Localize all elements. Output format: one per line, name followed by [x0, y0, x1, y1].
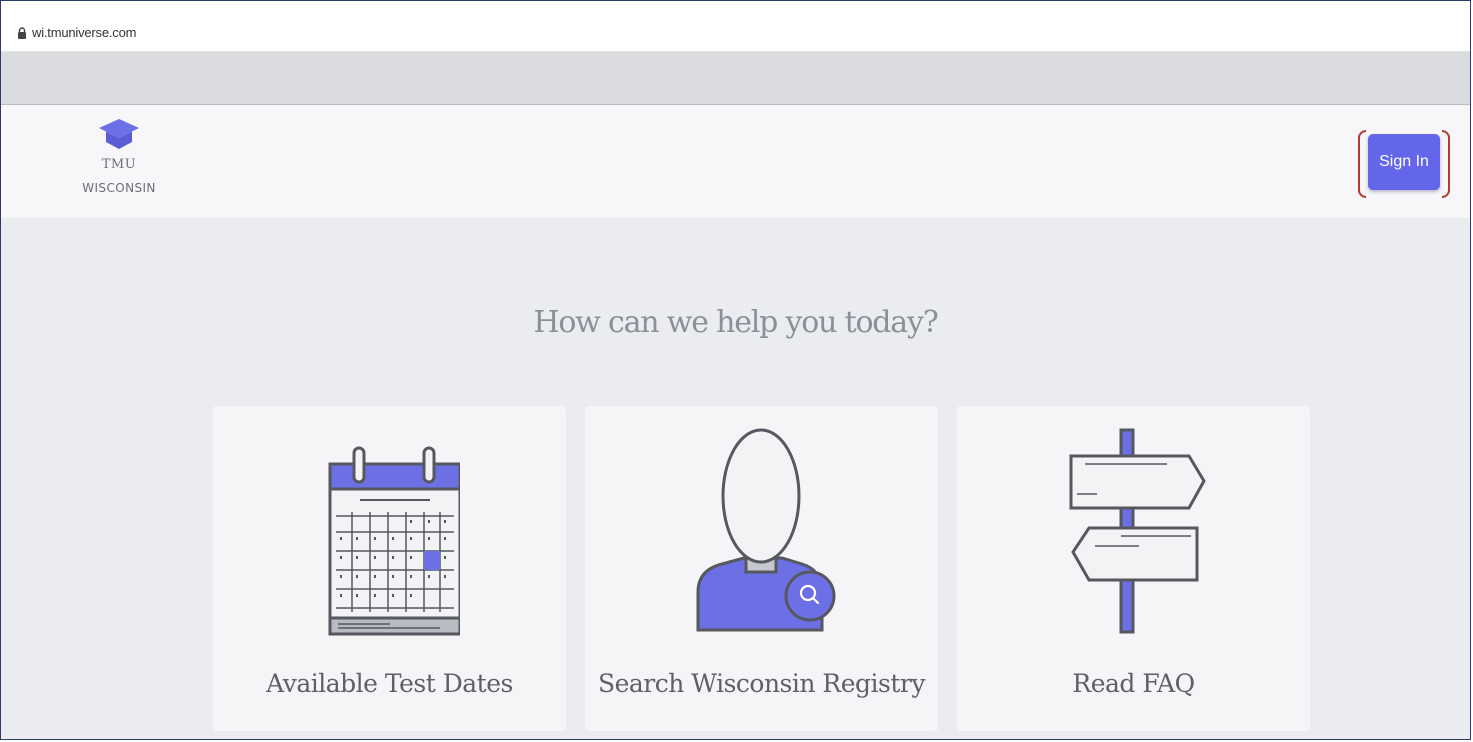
graduation-cap-icon	[99, 119, 139, 149]
person-search-icon	[696, 428, 835, 632]
lock-icon	[18, 27, 26, 39]
page-headline: How can we help you today?	[533, 305, 938, 340]
card-label-available-test-dates: Available Test Dates	[266, 669, 513, 698]
site-logo[interactable]: TMU WISCONSIN	[81, 115, 157, 210]
highlight-bracket-right	[1442, 130, 1450, 198]
signpost-icon	[1069, 428, 1206, 634]
logo-abbreviation: TMU	[101, 157, 137, 172]
browser-window: wi.tmuniverse.com TMU WISCONSIN Sign In …	[0, 0, 1471, 740]
url-text[interactable]: wi.tmuniverse.com	[32, 25, 136, 40]
calendar-icon	[328, 446, 460, 636]
sign-in-button[interactable]: Sign In	[1368, 134, 1440, 190]
browser-toolbar	[1, 52, 1470, 105]
site-header: TMU WISCONSIN Sign In	[1, 105, 1470, 218]
card-search-registry[interactable]: Search Wisconsin Registry	[585, 406, 938, 731]
card-label-read-faq: Read FAQ	[1072, 669, 1195, 698]
card-read-faq[interactable]: Read FAQ	[957, 406, 1310, 731]
logo-state: WISCONSIN	[82, 181, 156, 195]
highlight-bracket-left	[1358, 130, 1366, 198]
card-label-search-registry: Search Wisconsin Registry	[597, 669, 926, 698]
address-bar[interactable]: wi.tmuniverse.com	[1, 1, 1470, 52]
card-available-test-dates[interactable]: Available Test Dates	[213, 406, 566, 731]
